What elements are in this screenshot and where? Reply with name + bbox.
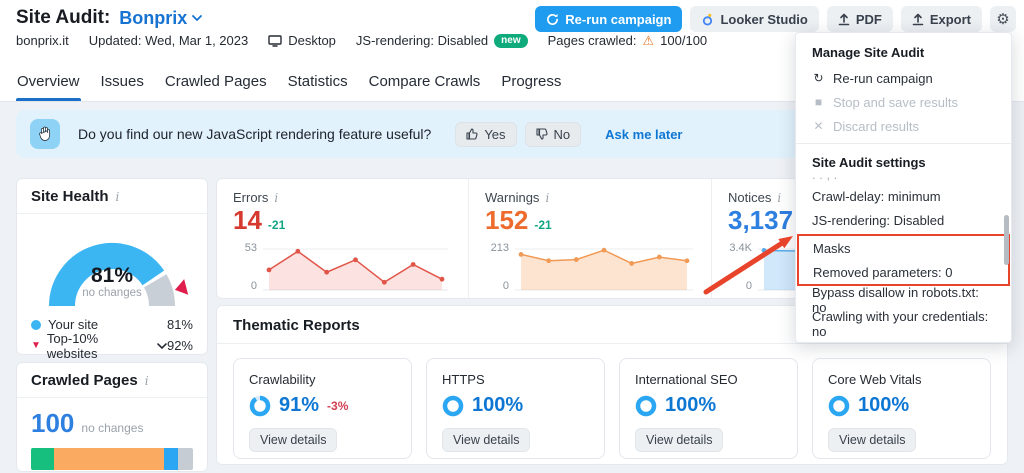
- upload-icon: [838, 13, 850, 26]
- updated-label: Updated: Wed, Mar 1, 2023: [89, 33, 248, 48]
- tab-progress[interactable]: Progress: [500, 65, 562, 101]
- warnings-section: Warnings i 152 -21 213 0: [468, 179, 711, 298]
- errors-sparkline: [263, 237, 448, 295]
- info-icon[interactable]: i: [545, 191, 549, 205]
- tab-statistics[interactable]: Statistics: [287, 65, 349, 101]
- manage-site-audit-header: Manage Site Audit: [796, 39, 1011, 66]
- menu-item-removed-parameters[interactable]: Removed parameters: 0: [799, 260, 1008, 284]
- view-details-button[interactable]: View details: [635, 428, 723, 452]
- refresh-icon: ↻: [812, 72, 825, 84]
- settings-dropdown-menu: Manage Site Audit ↻ Re-run campaign ■ St…: [795, 32, 1012, 343]
- tab-overview[interactable]: Overview: [16, 65, 81, 101]
- bar-segment-gray: [178, 448, 193, 470]
- chevron-down-icon: [192, 15, 202, 21]
- crawled-pages-card: Crawled Pages i 100 no changes: [16, 362, 208, 472]
- info-icon[interactable]: i: [777, 191, 781, 205]
- thumbs-up-icon: [466, 128, 478, 140]
- crawled-pages-change: no changes: [81, 421, 143, 435]
- looker-studio-button[interactable]: Looker Studio: [690, 6, 818, 32]
- waving-hand-icon: [30, 119, 60, 149]
- clipped-menu-item: . . , .: [812, 176, 995, 184]
- close-icon: ✕: [812, 120, 825, 132]
- crawled-pages-title: Crawled Pages: [31, 372, 138, 389]
- looker-studio-icon: [701, 13, 714, 26]
- tab-crawled-pages[interactable]: Crawled Pages: [164, 65, 268, 101]
- legend-top10-websites[interactable]: ▼ Top-10% websites 92%: [31, 335, 193, 356]
- upload-icon: [912, 13, 924, 26]
- js-rendering-label: JS-rendering: Disabled new: [356, 33, 528, 48]
- menu-item-rerun-campaign[interactable]: ↻ Re-run campaign: [796, 66, 1011, 90]
- blue-dot-icon: [31, 320, 41, 330]
- project-name: Bonprix: [119, 8, 187, 29]
- menu-item-discard-results: ✕ Discard results: [796, 114, 1011, 138]
- new-badge: new: [494, 34, 527, 48]
- warning-triangle-icon: ⚠: [643, 34, 655, 47]
- menu-item-crawl-credentials[interactable]: Crawling with your credentials: no: [796, 312, 1011, 336]
- info-icon[interactable]: i: [145, 374, 149, 388]
- crawled-pages-bar: [31, 448, 193, 470]
- view-details-button[interactable]: View details: [442, 428, 530, 452]
- stop-icon: ■: [812, 96, 825, 108]
- project-selector[interactable]: Bonprix: [119, 8, 202, 29]
- menu-divider: [796, 143, 1011, 144]
- progress-ring-icon: [249, 395, 271, 417]
- view-details-button[interactable]: View details: [828, 428, 916, 452]
- warnings-change: -21: [534, 218, 551, 232]
- bar-segment-orange: [54, 448, 164, 470]
- red-triangle-icon: ▼: [31, 341, 41, 351]
- bar-segment-blue: [164, 448, 179, 470]
- bar-segment-green: [31, 448, 54, 470]
- thematic-card-https: HTTPS 100% View details: [426, 358, 605, 459]
- annotation-highlight-box: Masks Removed parameters: 0: [797, 234, 1010, 286]
- site-health-card: Site Health i 81% no changes Your site 8…: [16, 178, 208, 355]
- settings-gear-button[interactable]: ⚙: [990, 6, 1016, 32]
- site-audit-settings-header: Site Audit settings: [796, 149, 1011, 176]
- ask-me-later-link[interactable]: Ask me later: [605, 127, 682, 142]
- refresh-icon: [546, 13, 559, 26]
- rerun-campaign-button[interactable]: Re-run campaign: [535, 6, 682, 32]
- progress-ring-icon: [828, 395, 850, 417]
- thumbs-down-icon: [536, 128, 548, 140]
- progress-ring-icon: [635, 395, 657, 417]
- page-title: Site Audit:: [16, 7, 110, 29]
- thematic-card-crawlability: Crawlability 91% -3% View details: [233, 358, 412, 459]
- menu-item-js-rendering[interactable]: JS-rendering: Disabled: [796, 208, 1011, 232]
- crawled-pages-count: 100: [31, 408, 74, 439]
- warnings-count: 152: [485, 206, 528, 235]
- info-icon[interactable]: i: [274, 191, 278, 205]
- chevron-down-icon: [157, 343, 167, 349]
- banner-question: Do you find our new JavaScript rendering…: [78, 126, 431, 142]
- pages-crawled-label: Pages crawled: ⚠ 100/100: [548, 33, 708, 48]
- yes-button[interactable]: Yes: [455, 122, 516, 147]
- view-details-button[interactable]: View details: [249, 428, 337, 452]
- errors-count: 14: [233, 206, 262, 235]
- errors-section: Errors i 14 -21 53 0: [217, 179, 468, 298]
- progress-ring-icon: [442, 395, 464, 417]
- menu-item-masks[interactable]: Masks: [799, 236, 1008, 260]
- no-button[interactable]: No: [525, 122, 582, 147]
- thematic-card-international-seo: International SEO 100% View details: [619, 358, 798, 459]
- domain-label: bonprix.it: [16, 33, 69, 48]
- gear-icon: ⚙: [996, 12, 1009, 27]
- campaign-meta: bonprix.it Updated: Wed, Mar 1, 2023 Des…: [16, 33, 707, 48]
- menu-item-stop-and-save: ■ Stop and save results: [796, 90, 1011, 114]
- export-button[interactable]: Export: [901, 6, 982, 32]
- site-health-gauge: 81% no changes: [30, 222, 194, 310]
- info-icon[interactable]: i: [116, 190, 120, 204]
- tab-issues[interactable]: Issues: [100, 65, 145, 101]
- thematic-card-core-web-vitals: Core Web Vitals 100% View details: [812, 358, 991, 459]
- menu-item-crawl-delay[interactable]: Crawl-delay: minimum: [796, 184, 1011, 208]
- device-label: Desktop: [268, 33, 336, 48]
- desktop-icon: [268, 35, 282, 47]
- site-health-title: Site Health: [31, 188, 109, 205]
- notices-count: 3,137: [728, 206, 793, 235]
- warnings-sparkline: [515, 237, 693, 295]
- errors-change: -21: [268, 218, 285, 232]
- pdf-button[interactable]: PDF: [827, 6, 893, 32]
- tab-bar: Overview Issues Crawled Pages Statistics…: [16, 65, 562, 101]
- tab-compare-crawls[interactable]: Compare Crawls: [368, 65, 482, 101]
- dropdown-scrollbar-thumb[interactable]: [1004, 215, 1009, 265]
